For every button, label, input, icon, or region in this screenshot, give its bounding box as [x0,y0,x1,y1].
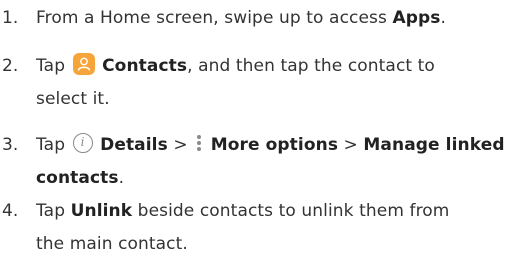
step-text-plain: Tap [36,56,71,76]
step-punct: . [440,8,446,28]
step-keyword: More options [210,135,339,155]
contacts-app-icon [72,53,95,75]
step-text-line2: select it. [36,89,110,109]
step-separator: > [338,135,364,155]
step-text-line2: contacts. [36,164,124,193]
step-number: 2. [2,56,19,76]
step-keyword: Contacts [102,56,188,76]
info-details-icon: i [72,133,93,153]
step-number: 3. [2,135,19,155]
more-options-icon [194,132,204,154]
step-text-plain: , and then tap the contact to [187,56,435,76]
step-keyword: Details [100,135,168,155]
step-punct: . [118,168,125,188]
step-text-plain: beside contacts to unlink them from [132,201,450,221]
step-text: Tap i Details > More options > Manage li… [36,131,516,160]
step-number: 4. [2,201,19,221]
step-keyword: Unlink [70,201,133,221]
step-text-plain: Tap [36,135,71,155]
step-text-plain: Tap [36,201,71,221]
step-separator: > [167,135,194,155]
step-text: Tap Unlink beside contacts to unlink the… [36,197,516,226]
step-keyword: Manage linked [363,135,505,155]
step-text-plain: From a Home screen, swipe up to access [36,8,393,28]
step-number: 1. [2,8,19,28]
step-keyword: contacts [36,168,119,188]
step-text-line2: the main contact. [36,234,188,254]
step-text: From a Home screen, swipe up to access A… [36,4,516,33]
step-keyword: Apps [392,8,441,28]
step-text: Tap Contacts, and then tap the contact t… [36,52,516,81]
